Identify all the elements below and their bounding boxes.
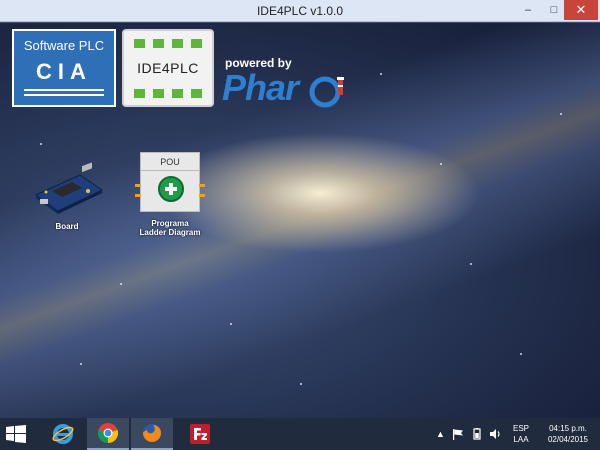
taskbar-internet-explorer[interactable] xyxy=(42,418,84,450)
chip-pin xyxy=(191,39,202,48)
star xyxy=(300,383,302,385)
taskbar: ▲ ESP LAA 04:15 p.m. 02/04/2015 xyxy=(0,418,600,450)
cia-logo-stripe xyxy=(24,89,104,91)
pou-label[interactable]: Programa Ladder Diagram xyxy=(120,219,220,237)
volume-icon[interactable] xyxy=(489,428,502,440)
chip-pin xyxy=(153,39,164,48)
internet-explorer-icon xyxy=(52,424,74,444)
taskbar-chrome[interactable] xyxy=(87,418,129,450)
pou-header: POU xyxy=(141,153,199,171)
ide4plc-logo-label: IDE4PLC xyxy=(137,60,199,76)
star xyxy=(560,113,562,115)
add-icon xyxy=(158,176,184,202)
star xyxy=(470,263,472,265)
star xyxy=(80,363,82,365)
pou-block: POU xyxy=(140,152,200,212)
pou-icon[interactable]: POU xyxy=(135,152,205,212)
workspace-background: Software PLC CIA IDE4PLC powered by Phar… xyxy=(0,23,600,418)
pharo-logo-text: Phar xyxy=(222,67,299,108)
chip-pin xyxy=(172,39,183,48)
taskbar-filezilla[interactable] xyxy=(179,418,221,450)
windows-start-icon[interactable] xyxy=(6,425,26,443)
system-clock[interactable]: 04:15 p.m. 02/04/2015 xyxy=(538,423,598,445)
chip-pin xyxy=(172,89,183,98)
star xyxy=(440,163,442,165)
chip-pin xyxy=(134,39,145,48)
ide4plc-logo-pins-bottom xyxy=(134,89,202,98)
clock-date: 02/04/2015 xyxy=(547,435,589,444)
pou-output-pin xyxy=(199,184,205,187)
cia-logo-line2: CIA xyxy=(36,59,92,84)
firefox-icon xyxy=(143,424,161,442)
title-bar[interactable]: IDE4PLC v1.0.0 – □ ✕ xyxy=(0,0,600,22)
cia-logo-stripe xyxy=(24,94,104,96)
pou-output-pin xyxy=(199,194,205,197)
star xyxy=(40,143,42,145)
chip-pin xyxy=(153,89,164,98)
window-title: IDE4PLC v1.0.0 xyxy=(256,4,344,18)
show-hidden-icons-button[interactable]: ▲ xyxy=(436,418,445,450)
app-window: IDE4PLC v1.0.0 – □ ✕ Software PLC CIA ID… xyxy=(0,0,600,418)
taskbar-firefox[interactable] xyxy=(131,418,173,450)
chip-pin xyxy=(191,89,202,98)
keyboard-layout-code: LAA xyxy=(513,435,529,444)
minimize-button[interactable]: – xyxy=(515,0,541,20)
input-language-indicator[interactable]: ESP LAA xyxy=(510,423,532,445)
ide4plc-logo: IDE4PLC xyxy=(122,29,214,107)
software-plc-cia-logo: Software PLC CIA xyxy=(12,29,116,107)
ide4plc-logo-pins-top xyxy=(134,39,202,48)
board-label[interactable]: Board xyxy=(32,222,102,231)
filezilla-icon xyxy=(190,424,210,444)
chip-pin xyxy=(134,89,145,98)
star xyxy=(230,323,232,325)
board-icon[interactable] xyxy=(30,155,105,215)
battery-power-icon[interactable] xyxy=(471,428,483,440)
star xyxy=(120,283,122,285)
clock-time: 04:15 p.m. xyxy=(549,424,587,433)
language-code: ESP xyxy=(512,424,529,433)
pou-input-pin xyxy=(135,194,141,197)
action-center-flag-icon[interactable] xyxy=(452,429,464,440)
close-button[interactable]: ✕ xyxy=(564,0,598,20)
cia-logo-line1: Software PLC xyxy=(23,38,105,53)
chrome-icon xyxy=(97,423,119,444)
pou-input-pin xyxy=(135,184,141,187)
star xyxy=(380,73,382,75)
star xyxy=(520,353,522,355)
pharo-lighthouse-icon xyxy=(309,76,344,108)
